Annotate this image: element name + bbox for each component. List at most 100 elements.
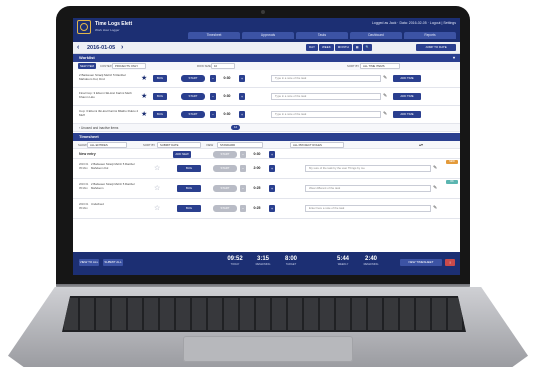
hours-value[interactable]: 0:25 [247, 185, 267, 192]
tab-reports[interactable]: Reports [404, 32, 456, 39]
hours-value[interactable]: 0:30 [217, 75, 237, 82]
view-month-button[interactable]: MONTH [334, 44, 352, 51]
next-date-button[interactable]: › [121, 44, 123, 51]
prev-date-button[interactable]: ‹ [77, 44, 79, 51]
nav-tabs: Timesheet Approvals Tasks Dashboard Repo… [188, 32, 456, 39]
sort-by-select[interactable]: SUBMIT DATE [157, 142, 201, 148]
tab-approvals[interactable]: Approvals [242, 32, 294, 39]
note-input[interactable]: Enter here a note of the task [305, 205, 431, 212]
status-badge: OK [446, 180, 458, 184]
start-timer-button[interactable]: START [213, 165, 237, 172]
start-timer-button[interactable]: START [181, 75, 205, 82]
start-timer-button[interactable]: START [213, 150, 237, 158]
note-input[interactable]: My sure of the task by the user Things b… [305, 165, 431, 172]
start-timer-button[interactable]: START [181, 93, 205, 100]
row-size-select[interactable]: 10 [211, 63, 235, 69]
timesheet-header[interactable]: Timesheet [73, 133, 460, 141]
star-icon[interactable]: ★ [141, 75, 147, 82]
user-info[interactable]: Logged as Jack · Data: 2016-02-05 · Logo… [372, 21, 456, 25]
view-all-button[interactable]: VIEW TO ALL [79, 259, 99, 266]
start-timer-button[interactable]: START [181, 111, 205, 118]
note-input[interactable]: Type in a note of the task [271, 111, 381, 118]
decrease-button[interactable]: − [210, 93, 216, 100]
stat-value: 09:52 [227, 256, 243, 262]
tab-tasks[interactable]: Tasks [296, 32, 348, 39]
entry-date: 2016 01 05 Mon [79, 163, 89, 170]
worklist-item-title: 2 Barkesen Stracji Mehzi 5 Ranibel Mahdo… [79, 73, 126, 81]
increase-button[interactable]: + [269, 185, 275, 192]
view-week-button[interactable]: WEEK [318, 44, 334, 51]
show-select[interactable]: ALL ENTRIES [87, 142, 127, 148]
bug-button[interactable]: BUG [177, 185, 201, 192]
unused-items-toggle[interactable]: › Unused and inactive items 12 [73, 124, 460, 132]
add-time-button[interactable]: ADD TIME [393, 93, 421, 100]
pencil-icon[interactable]: ✎ [383, 93, 387, 100]
stat-label: REMAINING [363, 263, 379, 266]
pencil-icon[interactable]: ✎ [433, 205, 437, 212]
note-input[interactable]: Type in a note of the task [271, 75, 381, 82]
star-outline-icon[interactable]: ☆ [154, 185, 160, 192]
sort-arrows-icon[interactable]: ▴▾ [419, 142, 423, 147]
hours-value[interactable]: 2:00 [247, 165, 267, 172]
summary-footer: VIEW TO ALL SUBMIT ALL 09:52 TODAY 3:15 … [73, 252, 460, 275]
tab-dashboard[interactable]: Dashboard [350, 32, 402, 39]
entry-description: 2 Barkesen Stracji Mehzi 5 Ranibel Mahdo… [91, 182, 135, 190]
increase-button[interactable]: + [269, 165, 275, 172]
submit-all-button[interactable]: SUBMIT ALL [103, 259, 123, 266]
laptop-screen: Time Logs Elett Work Hour Logger Logged … [73, 18, 460, 275]
new-item-button[interactable]: NEW ITEM [78, 63, 96, 69]
bug-button[interactable]: BUG [153, 75, 167, 82]
pencil-icon[interactable]: ✎ [433, 165, 437, 172]
star-icon[interactable]: ★ [141, 111, 147, 118]
pencil-icon[interactable]: ✎ [433, 185, 437, 192]
hours-value[interactable]: 0:30 [217, 111, 237, 118]
note-input[interactable]: Type in a note of the task [271, 93, 381, 100]
start-timer-button[interactable]: START [213, 205, 237, 212]
decrease-button[interactable]: − [240, 150, 246, 158]
add-new-entry-button[interactable]: ADD NEW [173, 150, 191, 158]
worklist-header[interactable]: Worklist ▾ [73, 54, 460, 62]
bug-button[interactable]: BUG [153, 111, 167, 118]
project-roles-select[interactable]: ALL PROJECT ROLES [290, 142, 344, 148]
decrease-button[interactable]: − [240, 185, 246, 192]
bug-button[interactable]: BUG [177, 205, 201, 212]
collapse-icon[interactable]: ▾ [453, 54, 455, 62]
hours-value[interactable]: 0:25 [247, 205, 267, 212]
current-date: 2016-01-05 [87, 45, 116, 51]
alert-icon[interactable]: ! [445, 259, 455, 266]
decrease-button[interactable]: − [240, 205, 246, 212]
app-header: Time Logs Elett Work Hour Logger Logged … [73, 18, 460, 42]
hours-value[interactable]: 0:30 [247, 151, 267, 158]
decrease-button[interactable]: − [210, 75, 216, 82]
tab-timesheet[interactable]: Timesheet [188, 32, 240, 39]
bug-button[interactable]: BUG [177, 165, 201, 172]
sort-by-select[interactable]: ALL TIME ITEMS [360, 63, 400, 69]
calendar-icon[interactable]: ▦ [352, 44, 362, 51]
increase-button[interactable]: + [239, 111, 245, 118]
note-input[interactable]: Wear different of the task [305, 185, 431, 192]
new-timesheet-button[interactable]: NEW TIMESHEET [400, 259, 442, 266]
bug-button[interactable]: BUG [153, 93, 167, 100]
increase-button[interactable]: + [269, 205, 275, 212]
star-outline-icon[interactable]: ☆ [154, 205, 160, 212]
context-select[interactable]: PROJECTS ONLY [112, 63, 146, 69]
stat-label: WEEKLY [337, 263, 349, 266]
pencil-icon[interactable]: ✎ [383, 75, 387, 82]
increase-button[interactable]: + [239, 75, 245, 82]
increase-button[interactable]: + [239, 93, 245, 100]
hours-value[interactable]: 0:30 [217, 93, 237, 100]
increase-button[interactable]: + [269, 150, 275, 158]
star-icon[interactable]: ★ [141, 93, 147, 100]
sort-by-label: SORT BY [347, 64, 360, 68]
search-icon[interactable]: 🔍 [362, 44, 373, 51]
pencil-icon[interactable]: ✎ [383, 111, 387, 118]
add-time-button[interactable]: ADD TIME [393, 75, 421, 82]
decrease-button[interactable]: − [210, 111, 216, 118]
add-time-button[interactable]: ADD TIME [393, 111, 421, 118]
jump-to-date-button[interactable]: JUMP TO DATE [416, 44, 456, 51]
view-day-button[interactable]: DAY [306, 44, 318, 51]
start-timer-button[interactable]: START [213, 185, 237, 192]
decrease-button[interactable]: − [240, 165, 246, 172]
view-select[interactable]: STANDARD [217, 142, 263, 148]
star-outline-icon[interactable]: ☆ [154, 165, 160, 172]
